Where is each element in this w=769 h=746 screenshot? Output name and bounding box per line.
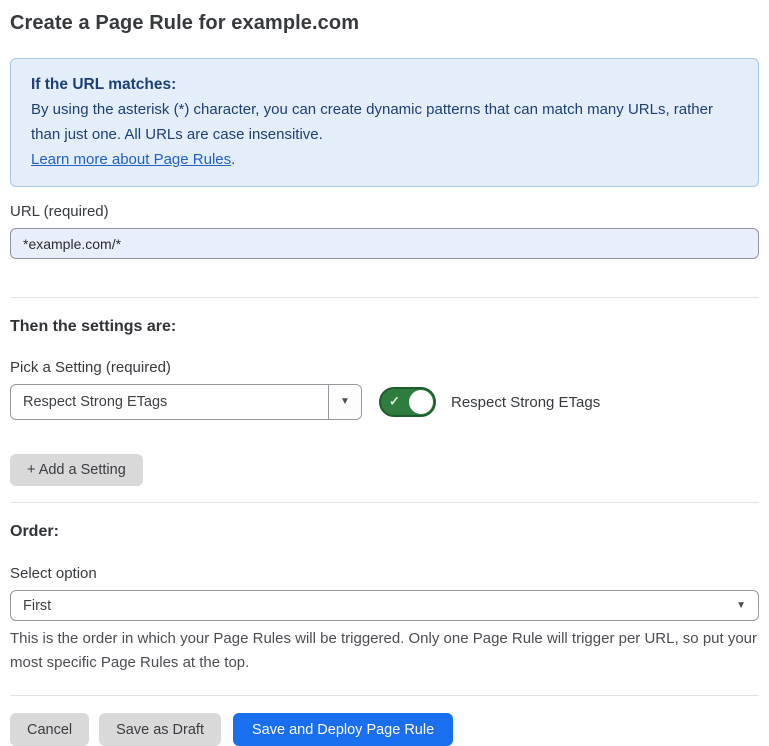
setting-dropdown-value: Respect Strong ETags	[11, 385, 328, 419]
info-box-heading: If the URL matches:	[31, 72, 738, 97]
order-section-heading: Order:	[10, 523, 759, 541]
url-input[interactable]	[10, 228, 759, 259]
learn-more-link[interactable]: Learn more about Page Rules	[31, 151, 231, 168]
section-divider	[10, 502, 759, 503]
info-box-body: By using the asterisk (*) character, you…	[31, 97, 738, 147]
settings-section-heading: Then the settings are:	[10, 318, 759, 336]
create-page-rule-form: Create a Page Rule for example.com If th…	[0, 0, 769, 718]
pick-setting-label: Pick a Setting (required)	[10, 359, 759, 376]
order-help-text: This is the order in which your Page Rul…	[10, 627, 759, 675]
setting-dropdown-arrow-button[interactable]: ▼	[328, 385, 361, 419]
section-divider	[10, 297, 759, 298]
page-title: Create a Page Rule for example.com	[10, 12, 759, 35]
setting-toggle[interactable]: ✓	[379, 387, 436, 417]
toggle-label: Respect Strong ETags	[451, 394, 600, 411]
url-match-info-box: If the URL matches: By using the asteris…	[10, 58, 759, 187]
setting-row: Respect Strong ETags ▼ ✓ Respect Strong …	[10, 384, 759, 420]
toggle-knob	[409, 390, 433, 414]
url-field-label: URL (required)	[10, 203, 759, 220]
section-divider	[10, 695, 759, 696]
order-select[interactable]: First ▼	[10, 590, 759, 621]
order-select-label: Select option	[10, 565, 759, 582]
order-select-value: First	[23, 598, 51, 614]
setting-dropdown[interactable]: Respect Strong ETags ▼	[10, 384, 362, 420]
link-suffix: .	[231, 151, 235, 168]
info-box-link-line: Learn more about Page Rules.	[31, 147, 738, 172]
add-setting-button[interactable]: + Add a Setting	[10, 454, 143, 486]
chevron-down-icon: ▼	[736, 601, 746, 611]
check-icon: ✓	[389, 394, 400, 410]
chevron-down-icon: ▼	[340, 397, 350, 407]
